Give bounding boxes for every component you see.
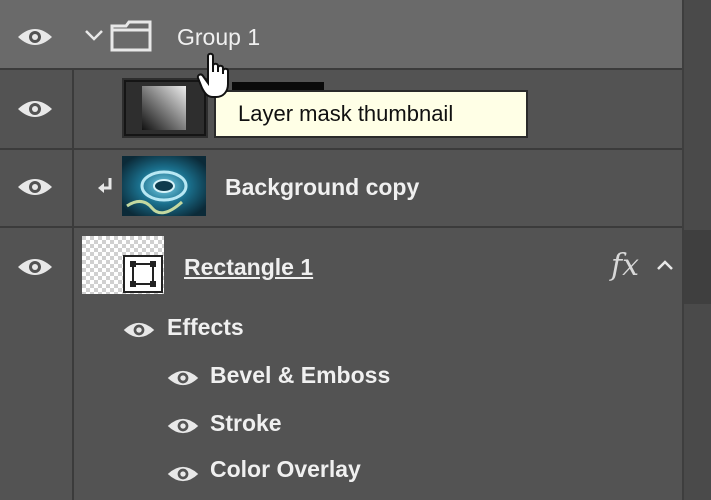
scrollbar[interactable] (682, 0, 711, 500)
eye-icon[interactable] (16, 254, 54, 280)
chevron-up-icon[interactable] (656, 258, 674, 272)
layer-row-rectangle[interactable]: Rectangle 1 fx (0, 228, 682, 302)
effects-row[interactable]: Effects (0, 304, 682, 352)
hand-cursor-icon (196, 52, 229, 98)
layer-row-background-copy[interactable]: Background copy (0, 150, 682, 228)
background-copy-thumbnail[interactable] (122, 156, 206, 216)
effect-row-stroke[interactable]: Stroke (0, 400, 682, 448)
rectangle-thumbnail[interactable] (82, 236, 164, 294)
effect-row-color-overlay[interactable]: Color Overlay (0, 448, 682, 500)
scrollbar-thumb[interactable] (684, 230, 711, 304)
clip-arrow-icon (98, 178, 112, 193)
effect-label-stroke[interactable]: Stroke (210, 410, 282, 437)
chevron-down-icon[interactable] (84, 28, 104, 42)
eye-icon[interactable] (16, 174, 54, 200)
effect-row-bevel[interactable]: Bevel & Emboss (0, 352, 682, 400)
eye-icon[interactable] (166, 366, 200, 390)
effect-label-bevel[interactable]: Bevel & Emboss (210, 362, 390, 389)
tooltip-layer-mask: Layer mask thumbnail (214, 90, 528, 138)
effect-label-color-overlay[interactable]: Color Overlay (210, 456, 361, 483)
fx-icon[interactable]: fx (611, 248, 639, 283)
eye-icon[interactable] (166, 462, 200, 486)
eye-icon[interactable] (16, 24, 54, 50)
eye-icon[interactable] (16, 96, 54, 122)
layers-panel: Group 1 Background copy Rectangle 1 fx E… (0, 0, 711, 500)
layer-name-background-copy[interactable]: Background copy (225, 174, 419, 201)
eye-icon[interactable] (122, 318, 156, 342)
eye-icon[interactable] (166, 414, 200, 438)
layer-name-group[interactable]: Group 1 (177, 24, 260, 51)
folder-icon (110, 20, 152, 52)
layer-row-group[interactable]: Group 1 (0, 0, 682, 70)
effects-label[interactable]: Effects (167, 314, 244, 341)
layer-name-rectangle[interactable]: Rectangle 1 (184, 254, 313, 281)
